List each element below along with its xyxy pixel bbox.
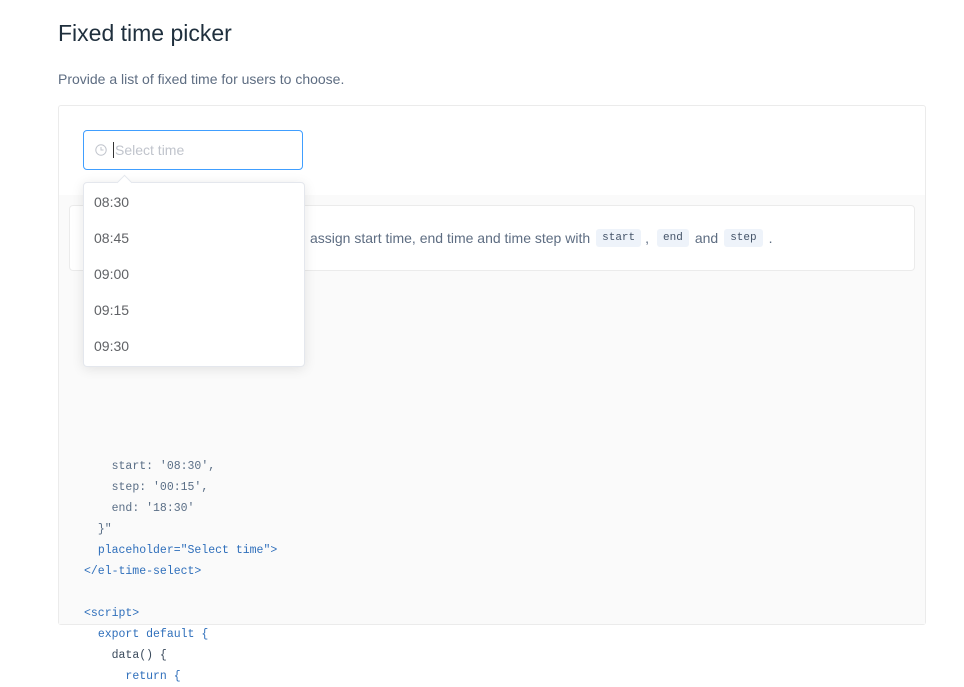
text-caret — [113, 142, 114, 158]
code-step: step — [724, 229, 763, 247]
code-line-start: start: '08:30', — [111, 460, 216, 473]
tip-period: . — [768, 230, 773, 246]
time-option[interactable]: 09:00 — [84, 256, 304, 292]
code-line-step: step: '00:15', — [111, 481, 209, 494]
code-line-end: end: '18:30' — [111, 502, 195, 515]
tip-text-before: assign start time, end time and time ste… — [310, 230, 591, 246]
time-input-placeholder: Select time — [115, 142, 185, 158]
code-line-close-tag: </el-time-select> — [84, 565, 202, 578]
code-end: end — [657, 229, 689, 247]
tip-and: and — [694, 230, 719, 246]
code-line-script: <script> — [84, 607, 140, 620]
time-option[interactable]: 09:15 — [84, 292, 304, 328]
code-line-export: export default { — [97, 628, 209, 641]
code-line-return: return { — [125, 670, 181, 683]
time-option[interactable]: 08:30 — [84, 184, 304, 220]
tip-text: assign start time, end time and time ste… — [310, 229, 773, 247]
page-description: Provide a list of fixed time for users t… — [58, 71, 345, 87]
time-dropdown: 08:30 08:45 09:00 09:15 09:30 — [83, 174, 305, 367]
tip-separator: , — [645, 230, 650, 246]
code-snippet: start: '08:30', step: '00:15', end: '18:… — [84, 456, 277, 687]
code-line-data: data() { — [111, 649, 167, 662]
code-start: start — [596, 229, 642, 247]
time-option[interactable]: 09:30 — [84, 328, 304, 364]
time-select-input[interactable]: Select time — [83, 130, 303, 170]
code-line-placeholder: placeholder="Select time"> — [97, 544, 278, 557]
time-option[interactable]: 08:45 — [84, 220, 304, 256]
clock-icon — [95, 144, 107, 156]
page-title: Fixed time picker — [58, 20, 232, 46]
code-line-close: }" — [97, 523, 112, 536]
